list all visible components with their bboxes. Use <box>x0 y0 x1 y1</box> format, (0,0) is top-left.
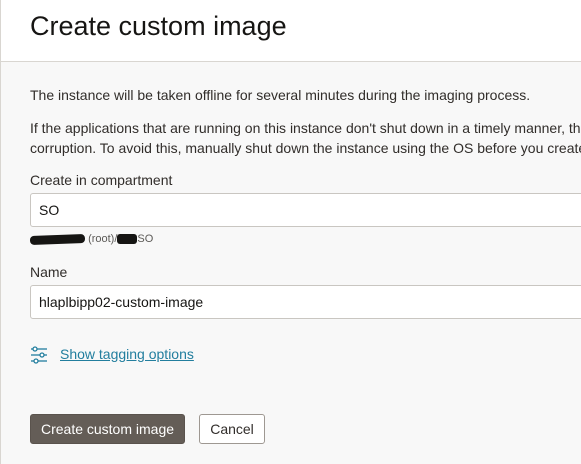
shutdown-warning-line-2: corruption. To avoid this, manually shut… <box>30 140 581 156</box>
compartment-path-root: (root)/ <box>88 233 118 245</box>
image-name-input[interactable] <box>30 285 581 319</box>
panel-header: Create custom image <box>1 0 581 62</box>
name-label: Name <box>30 264 68 280</box>
compartment-label: Create in compartment <box>30 172 173 188</box>
compartment-select[interactable] <box>30 193 581 227</box>
sliders-icon <box>31 346 47 364</box>
shutdown-warning-line-1: If the applications that are running on … <box>30 120 581 136</box>
redacted-tenancy <box>29 233 86 245</box>
show-tagging-options-link[interactable]: Show tagging options <box>60 346 194 362</box>
cancel-button[interactable]: Cancel <box>199 414 265 444</box>
compartment-path-leaf: SO <box>137 233 154 245</box>
redacted-compartment <box>117 234 138 245</box>
offline-notice: The instance will be taken offline for s… <box>30 87 531 103</box>
panel-title: Create custom image <box>30 11 287 41</box>
compartment-path: (root)/ SO <box>29 233 154 247</box>
create-custom-image-panel: Create custom image The instance will be… <box>0 0 581 464</box>
create-custom-image-button[interactable]: Create custom image <box>30 414 185 444</box>
